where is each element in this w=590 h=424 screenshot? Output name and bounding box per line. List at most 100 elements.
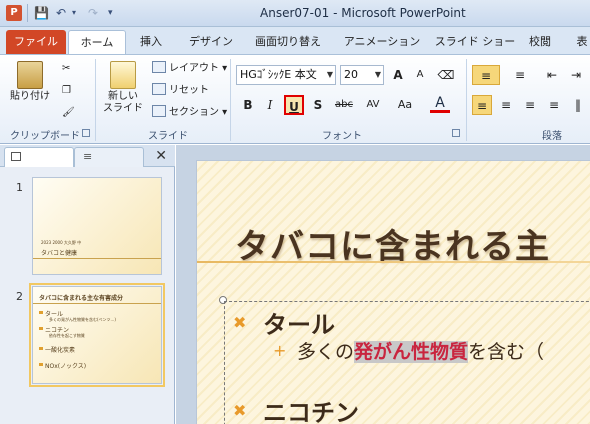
- sub-bullet-item[interactable]: 多くの発がん性物質を含む（: [297, 337, 544, 364]
- thumb2-rule: [33, 303, 161, 304]
- align-right-button[interactable]: ≡: [520, 95, 540, 115]
- tab-slideshow[interactable]: スライド ショー: [434, 30, 516, 54]
- paste-label: 貼り付け: [10, 91, 50, 102]
- thumb2-item: 依存性を起こす物質: [49, 333, 85, 338]
- close-icon[interactable]: ✕: [155, 148, 167, 164]
- tab-review[interactable]: 校閲: [524, 30, 556, 54]
- group-separator: [230, 59, 231, 141]
- new-slide-button[interactable]: 新しい スライド: [100, 61, 146, 115]
- slide-thumbnail-1[interactable]: 2023 2000 大久野 中 タバコと健康: [32, 177, 162, 275]
- reset-icon: [152, 83, 166, 95]
- sub-bullet-text: を含む（: [468, 341, 545, 363]
- group-separator: [95, 59, 96, 141]
- bullet-item[interactable]: ニコチン: [263, 393, 359, 424]
- bullet-x-icon: ✖: [233, 401, 247, 420]
- redo-icon[interactable]: ↷: [88, 5, 98, 21]
- tab-view-partial[interactable]: 表: [572, 30, 590, 54]
- bullet-plus-icon: +: [273, 341, 287, 360]
- text-shadow-button[interactable]: S: [308, 95, 328, 115]
- shrink-font-button[interactable]: A: [410, 65, 430, 85]
- thumb2-bullet: [39, 327, 43, 330]
- change-case-button[interactable]: Aa: [392, 95, 418, 115]
- thumb2-bullet: [39, 311, 43, 314]
- slides-view-icon: [11, 152, 21, 161]
- bold-button[interactable]: B: [238, 95, 258, 115]
- reset-button[interactable]: リセット: [152, 83, 209, 99]
- align-left-button[interactable]: ≡: [472, 95, 492, 115]
- character-spacing-button[interactable]: AV: [360, 95, 386, 115]
- grow-font-button[interactable]: A: [388, 65, 408, 85]
- customize-qat-icon[interactable]: ▾: [108, 5, 113, 21]
- paste-icon: [17, 61, 43, 89]
- thumb2-item: 多くの発がん性物質を含む(ベンツ...): [49, 317, 116, 322]
- section-button[interactable]: セクション ▾: [152, 105, 227, 121]
- window-title: Anser07-01 - Microsoft PowerPoint: [260, 6, 466, 20]
- slide-number: 2: [16, 290, 23, 303]
- new-slide-icon: [110, 61, 136, 89]
- font-group-label: フォント: [322, 131, 362, 142]
- columns-button[interactable]: ‖: [568, 95, 588, 115]
- tab-transitions[interactable]: 画面切り替え: [248, 30, 328, 54]
- group-separator: [466, 59, 467, 141]
- undo-dropdown-icon[interactable]: ▾: [72, 5, 76, 21]
- bullet-item[interactable]: タール: [263, 305, 335, 340]
- thumb2-title: タバコに含まれる主な有害成分: [39, 295, 124, 302]
- slides-panel: ≡ ✕ 1 2023 2000 大久野 中 タバコと健康 2 タバコに含まれる主…: [0, 145, 175, 424]
- slide-thumbnail-2[interactable]: タバコに含まれる主な有害成分 タール 多くの発がん性物質を含む(ベンツ...) …: [29, 283, 165, 387]
- italic-button[interactable]: I: [260, 95, 280, 115]
- underline-button[interactable]: U: [284, 95, 304, 115]
- increase-indent-icon[interactable]: ⇥: [566, 65, 586, 85]
- chevron-down-icon[interactable]: ▼: [375, 66, 381, 84]
- ribbon-home: 貼り付け ✂ ❐ 🖌 クリップボード 新しい スライド レイアウト ▾ リセット…: [0, 54, 590, 144]
- tab-design[interactable]: デザイン: [182, 30, 240, 54]
- selected-text[interactable]: 発がん性物質: [354, 341, 469, 363]
- tab-home[interactable]: ホーム: [68, 30, 126, 54]
- thumb2-bullet: [39, 363, 43, 366]
- powerpoint-app-icon[interactable]: P: [6, 5, 22, 21]
- tab-file[interactable]: ファイル: [6, 30, 66, 54]
- qat-separator: [27, 4, 28, 22]
- thumb1-title: タバコと健康: [41, 250, 78, 257]
- font-color-button[interactable]: A: [430, 93, 450, 113]
- font-name-select[interactable]: HGｺﾞｼｯｸE 本文 ▼: [236, 65, 336, 85]
- slide-number: 1: [16, 181, 23, 194]
- layout-label: レイアウト: [169, 63, 219, 74]
- bullets-button[interactable]: ≡: [472, 65, 500, 85]
- justify-button[interactable]: ≡: [544, 95, 564, 115]
- tab-animations[interactable]: アニメーション: [336, 30, 428, 54]
- font-size-value: 20: [344, 68, 358, 81]
- slides-group-label: スライド: [148, 131, 188, 142]
- align-center-button[interactable]: ≡: [496, 95, 516, 115]
- slide-2[interactable]: タバコに含まれる主 ✖ タール + 多くの発がん性物質を含む（ ✖ ニコチン: [196, 160, 590, 424]
- chevron-down-icon[interactable]: ▼: [327, 66, 333, 84]
- cut-icon[interactable]: ✂: [62, 61, 70, 77]
- sub-bullet-text: 多くの: [297, 341, 355, 363]
- paste-button[interactable]: 貼り付け: [8, 61, 52, 103]
- tab-slides-thumbnails[interactable]: [4, 147, 74, 167]
- decrease-indent-icon[interactable]: ⇤: [542, 65, 562, 85]
- thumb1-subtitle: 2023 2000 大久野 中: [41, 240, 82, 245]
- strikethrough-button[interactable]: abc: [332, 95, 356, 115]
- font-size-select[interactable]: 20 ▼: [340, 65, 384, 85]
- font-dialog-launcher[interactable]: [452, 129, 460, 137]
- thumb2-item: 一酸化炭素: [45, 347, 76, 354]
- reset-label: リセット: [169, 85, 209, 96]
- numbering-button[interactable]: ≡: [506, 65, 534, 85]
- save-icon[interactable]: 💾: [34, 5, 49, 21]
- tab-outline[interactable]: ≡: [74, 147, 144, 167]
- section-icon: [152, 105, 166, 117]
- slide-canvas: タバコに含まれる主 ✖ タール + 多くの発がん性物質を含む（ ✖ ニコチン: [176, 145, 590, 424]
- clear-formatting-icon[interactable]: ⌫: [436, 65, 456, 85]
- copy-icon[interactable]: ❐: [62, 83, 71, 99]
- clipboard-dialog-launcher[interactable]: [82, 129, 90, 137]
- new-slide-label-2: スライド: [103, 103, 143, 114]
- font-name-value: HGｺﾞｼｯｸE 本文: [240, 68, 317, 81]
- layout-icon: [152, 61, 166, 73]
- layout-button[interactable]: レイアウト ▾: [152, 61, 227, 77]
- section-label: セクション: [169, 107, 219, 118]
- undo-icon[interactable]: ↶: [56, 5, 66, 21]
- format-painter-icon[interactable]: 🖌: [62, 105, 75, 121]
- title-bar: P 💾 ↶ ▾ ↷ ▾ Anser07-01 - Microsoft Power…: [0, 0, 590, 27]
- tab-insert[interactable]: 挿入: [132, 30, 170, 54]
- bullet-x-icon: ✖: [233, 313, 247, 332]
